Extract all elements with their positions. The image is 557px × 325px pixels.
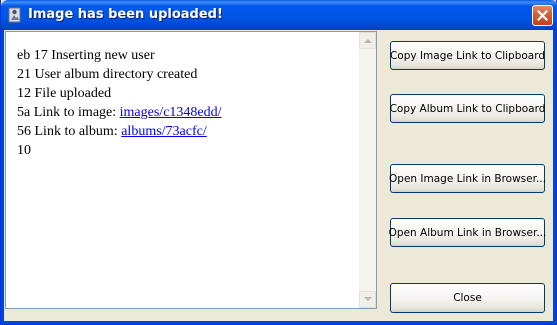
open-album-link-button[interactable]: Open Album Link in Browser...: [389, 218, 546, 247]
window-title: Image has been uploaded!: [28, 7, 223, 22]
close-button[interactable]: Close: [390, 283, 545, 313]
vertical-scrollbar[interactable]: [359, 32, 376, 308]
window-frame-right: [553, 30, 556, 325]
close-icon: [537, 10, 548, 21]
log-line-text: 5a Link to image:: [17, 105, 120, 120]
log-line-text: 10: [17, 143, 31, 158]
log-line: 56 Link to album: albums/73acfc/: [17, 122, 357, 141]
copy-image-link-button[interactable]: Copy Image Link to Clipboard: [390, 41, 545, 70]
window-frame-left: [1, 30, 4, 325]
log-line-text: 21 User album directory created: [17, 67, 198, 82]
upload-result-dialog: Image has been uploaded! eb 17 Inserting…: [0, 0, 557, 325]
scroll-up-button[interactable]: [359, 32, 376, 49]
scroll-down-arrow-icon: [364, 297, 372, 301]
log-line-text: 56 Link to album:: [17, 124, 122, 139]
app-icon: [7, 7, 23, 23]
window-frame-bottom: [1, 321, 557, 324]
log-line: 5a Link to image: images/c1348edd/: [17, 103, 357, 122]
title-bar[interactable]: Image has been uploaded!: [1, 0, 557, 30]
log-line: 10: [17, 141, 357, 160]
log-line-text: 12 File uploaded: [17, 86, 112, 101]
log-line: eb 17 Inserting new user: [17, 46, 357, 65]
image-link[interactable]: images/c1348edd/: [120, 105, 222, 120]
log-content: eb 17 Inserting new user 21 User album d…: [17, 46, 357, 160]
log-line-text: eb 17 Inserting new user: [17, 48, 155, 63]
copy-album-link-button[interactable]: Copy Album Link to Clipboard: [390, 94, 545, 123]
open-image-link-button[interactable]: Open Image Link in Browser...: [389, 164, 546, 193]
log-line: 12 File uploaded: [17, 84, 357, 103]
log-text-area[interactable]: eb 17 Inserting new user 21 User album d…: [5, 31, 377, 309]
scroll-down-button[interactable]: [359, 291, 376, 308]
log-line: 21 User album directory created: [17, 65, 357, 84]
scroll-up-arrow-icon: [364, 39, 372, 43]
close-window-button[interactable]: [532, 5, 553, 26]
album-link[interactable]: albums/73acfc/: [121, 124, 207, 139]
